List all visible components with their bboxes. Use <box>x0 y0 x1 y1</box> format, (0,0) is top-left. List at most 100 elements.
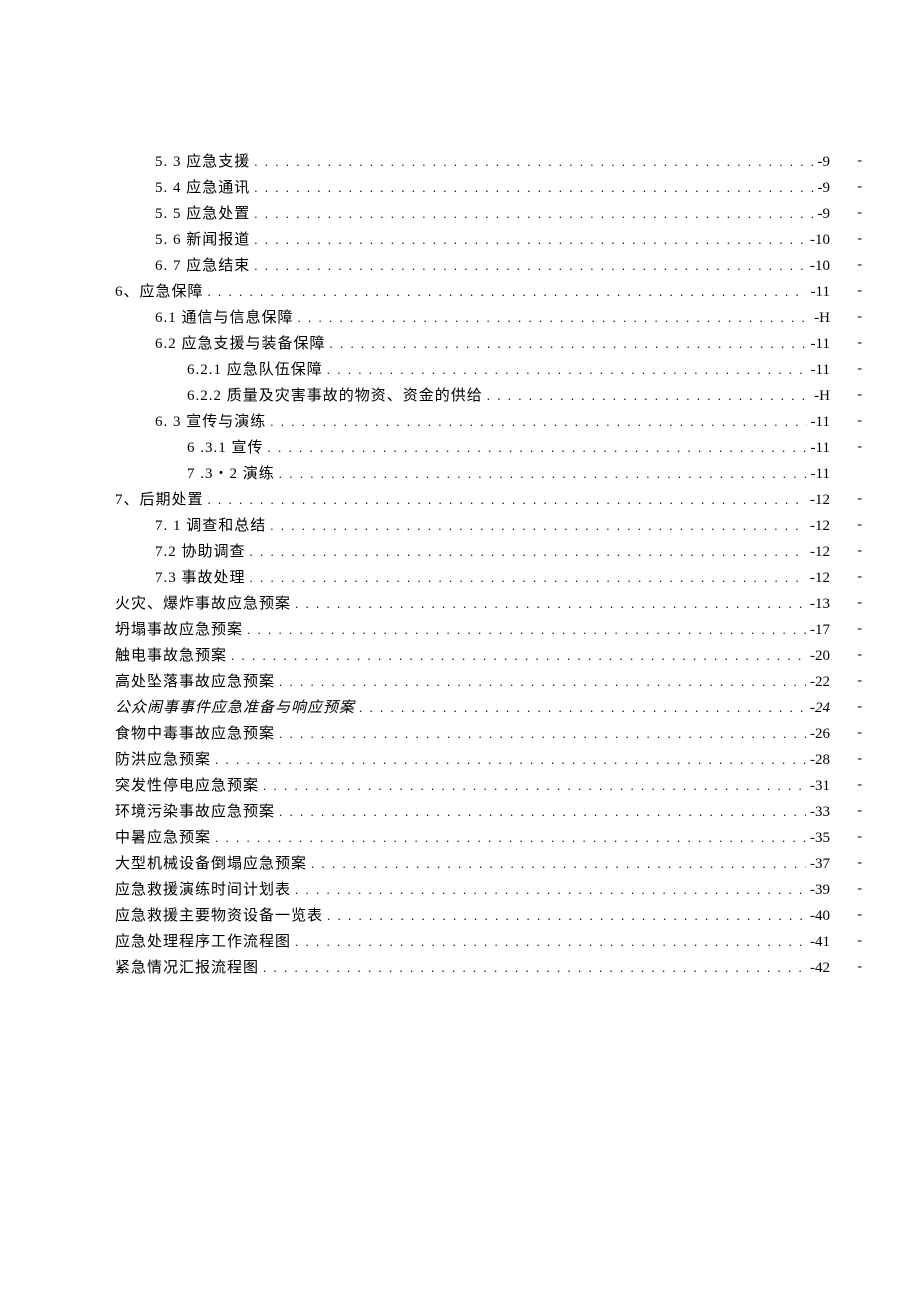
toc-page-number: -12 <box>810 514 830 538</box>
trailing-dash-mark: - <box>857 306 862 328</box>
toc-entry: 食物中毒事故应急预案-26- <box>115 722 830 746</box>
toc-page-number: -22 <box>810 670 830 694</box>
toc-leader-dots <box>254 256 806 277</box>
trailing-dash-mark: - <box>857 852 862 874</box>
toc-entry: 6. 7 应急结束-10- <box>115 254 830 278</box>
toc-page-number: -H <box>814 384 830 408</box>
trailing-dash-mark: - <box>857 774 862 796</box>
trailing-dash-mark: - <box>857 618 862 640</box>
toc-entry: 7、后期处置-12- <box>115 488 830 512</box>
toc-page-number: -35 <box>810 826 830 850</box>
trailing-dash-mark: - <box>857 540 862 562</box>
toc-label: 火灾、爆炸事故应急预案 <box>115 592 291 616</box>
toc-leader-dots <box>268 438 807 459</box>
trailing-dash-mark: - <box>857 800 862 822</box>
toc-leader-dots <box>295 594 806 615</box>
trailing-dash-mark: - <box>857 748 862 770</box>
toc-label: 7. 1 调查和总结 <box>155 514 266 538</box>
toc-leader-dots <box>208 490 806 511</box>
toc-page-number: -11 <box>811 358 830 382</box>
toc-label: 7 .3・2 演练 <box>187 462 275 486</box>
toc-entry: 6.2.1 应急队伍保障-11- <box>115 358 830 382</box>
toc-page-number: -12 <box>810 488 830 512</box>
toc-leader-dots <box>250 568 806 589</box>
trailing-dash-mark: - <box>857 358 862 380</box>
toc-entry: 6、应急保障-11- <box>115 280 830 304</box>
trailing-dash-mark: - <box>857 228 862 250</box>
toc-page-number: -11 <box>811 332 830 356</box>
trailing-dash-mark: - <box>857 436 862 458</box>
trailing-dash-mark: - <box>857 254 862 276</box>
toc-page-number: -12 <box>810 566 830 590</box>
trailing-dash-mark: - <box>857 644 862 666</box>
toc-leader-dots <box>270 412 806 433</box>
toc-page-number: -33 <box>810 800 830 824</box>
trailing-dash-mark: - <box>857 332 862 354</box>
toc-label: 触电事故急预案 <box>115 644 227 668</box>
toc-label: 防洪应急预案 <box>115 748 211 772</box>
toc-page-number: -40 <box>810 904 830 928</box>
toc-leader-dots <box>254 178 813 199</box>
toc-label: 6、应急保障 <box>115 280 204 304</box>
toc-leader-dots <box>330 334 807 355</box>
toc-entry: 环境污染事故应急预案-33- <box>115 800 830 824</box>
toc-page-number: -10 <box>810 228 830 252</box>
toc-entry: 5. 6 新闻报道-10- <box>115 228 830 252</box>
toc-page-number: -24 <box>810 696 830 720</box>
toc-page-number: -13 <box>810 592 830 616</box>
trailing-dash-mark: - <box>857 904 862 926</box>
toc-page-number: -11 <box>811 280 830 304</box>
toc-label: 大型机械设备倒塌应急预案 <box>115 852 307 876</box>
toc-entry: 应急救援演练时间计划表-39- <box>115 878 830 902</box>
toc-entry: 应急处理程序工作流程图-41- <box>115 930 830 954</box>
toc-leader-dots <box>208 282 807 303</box>
trailing-dash-mark: - <box>857 670 862 692</box>
toc-page-number: -39 <box>810 878 830 902</box>
toc-page-number: -26 <box>810 722 830 746</box>
toc-label: 应急救援演练时间计划表 <box>115 878 291 902</box>
toc-entry: 5. 5 应急处置-9- <box>115 202 830 226</box>
toc-label: 6.2 应急支援与装备保障 <box>155 332 326 356</box>
toc-label: 坍塌事故应急预案 <box>115 618 243 642</box>
toc-label: 5. 4 应急通讯 <box>155 176 250 200</box>
toc-page-number: -11 <box>811 410 830 434</box>
toc-label: 7.2 协助调查 <box>155 540 246 564</box>
toc-entry: 中暑应急预案-35- <box>115 826 830 850</box>
toc-entry: 7 .3・2 演练-11 <box>115 462 830 486</box>
toc-page-number: -10 <box>810 254 830 278</box>
toc-leader-dots <box>487 386 810 407</box>
toc-label: 6.2.1 应急队伍保障 <box>187 358 323 382</box>
toc-label: 应急处理程序工作流程图 <box>115 930 291 954</box>
toc-label: 7、后期处置 <box>115 488 204 512</box>
toc-leader-dots <box>231 646 806 667</box>
toc-leader-dots <box>311 854 806 875</box>
trailing-dash-mark: - <box>857 956 862 978</box>
toc-leader-dots <box>250 542 806 563</box>
toc-entry: 6. 3 宣传与演练-11- <box>115 410 830 434</box>
toc-leader-dots <box>215 750 806 771</box>
toc-leader-dots <box>295 932 806 953</box>
toc-page-number: -31 <box>810 774 830 798</box>
toc-leader-dots <box>279 724 806 745</box>
toc-page-number: -9 <box>818 176 831 200</box>
toc-page-number: -11 <box>811 436 830 460</box>
toc-label: 6. 7 应急结束 <box>155 254 250 278</box>
trailing-dash-mark: - <box>857 410 862 432</box>
toc-label: 公众闹事事件应急准备与响应预案 <box>115 696 355 720</box>
toc-entry: 坍塌事故应急预案-17- <box>115 618 830 642</box>
toc-page-number: -H <box>814 306 830 330</box>
toc-entry: 突发性停电应急预案-31- <box>115 774 830 798</box>
trailing-dash-mark: - <box>857 150 862 172</box>
toc-entry: 6.2.2 质量及灾害事故的物资、资金的供给-H- <box>115 384 830 408</box>
trailing-dash-mark: - <box>857 592 862 614</box>
toc-leader-dots <box>298 308 811 329</box>
toc-page-number: -28 <box>810 748 830 772</box>
trailing-dash-mark: - <box>857 826 862 848</box>
toc-leader-dots <box>279 464 807 485</box>
toc-page-number: -41 <box>810 930 830 954</box>
toc-label: 6.2.2 质量及灾害事故的物资、资金的供给 <box>187 384 483 408</box>
toc-label: 6.1 通信与信息保障 <box>155 306 294 330</box>
toc-label: 5. 3 应急支援 <box>155 150 250 174</box>
toc-label: 食物中毒事故应急预案 <box>115 722 275 746</box>
trailing-dash-mark: - <box>857 176 862 198</box>
